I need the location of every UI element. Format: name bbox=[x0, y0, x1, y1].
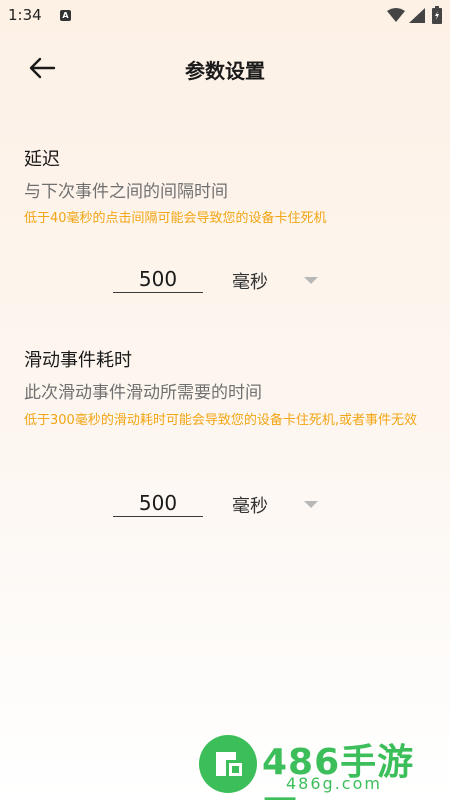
status-bar: 1:34 A bbox=[0, 0, 450, 32]
watermark-url: 486g.com bbox=[286, 774, 382, 793]
swipe-unit-select[interactable]: 毫秒 bbox=[232, 492, 268, 518]
delay-unit-dropdown-icon[interactable] bbox=[304, 277, 318, 284]
page-title: 参数设置 bbox=[185, 59, 265, 83]
delay-input[interactable] bbox=[113, 265, 203, 293]
status-time: 1:34 bbox=[8, 6, 42, 24]
delay-unit-select[interactable]: 毫秒 bbox=[232, 268, 268, 294]
swipe-input[interactable] bbox=[113, 489, 203, 517]
swipe-title: 滑动事件耗时 bbox=[24, 350, 132, 371]
swipe-unit-dropdown-icon[interactable] bbox=[304, 501, 318, 508]
delay-description: 与下次事件之间的间隔时间 bbox=[24, 182, 228, 202]
delay-title: 延迟 bbox=[24, 149, 60, 170]
swipe-warning: 低于300毫秒的滑动耗时可能会导致您的设备卡住死机,或者事件无效 bbox=[24, 413, 417, 428]
battery-icon bbox=[432, 6, 442, 24]
signal-icon bbox=[409, 8, 425, 23]
swipe-description: 此次滑动事件滑动所需要的时间 bbox=[24, 383, 262, 403]
notification-badge-icon: A bbox=[60, 10, 71, 21]
watermark-logo-icon bbox=[199, 735, 257, 793]
wifi-icon bbox=[387, 8, 405, 22]
delay-warning: 低于40毫秒的点击间隔可能会导致您的设备卡住死机 bbox=[24, 211, 327, 226]
